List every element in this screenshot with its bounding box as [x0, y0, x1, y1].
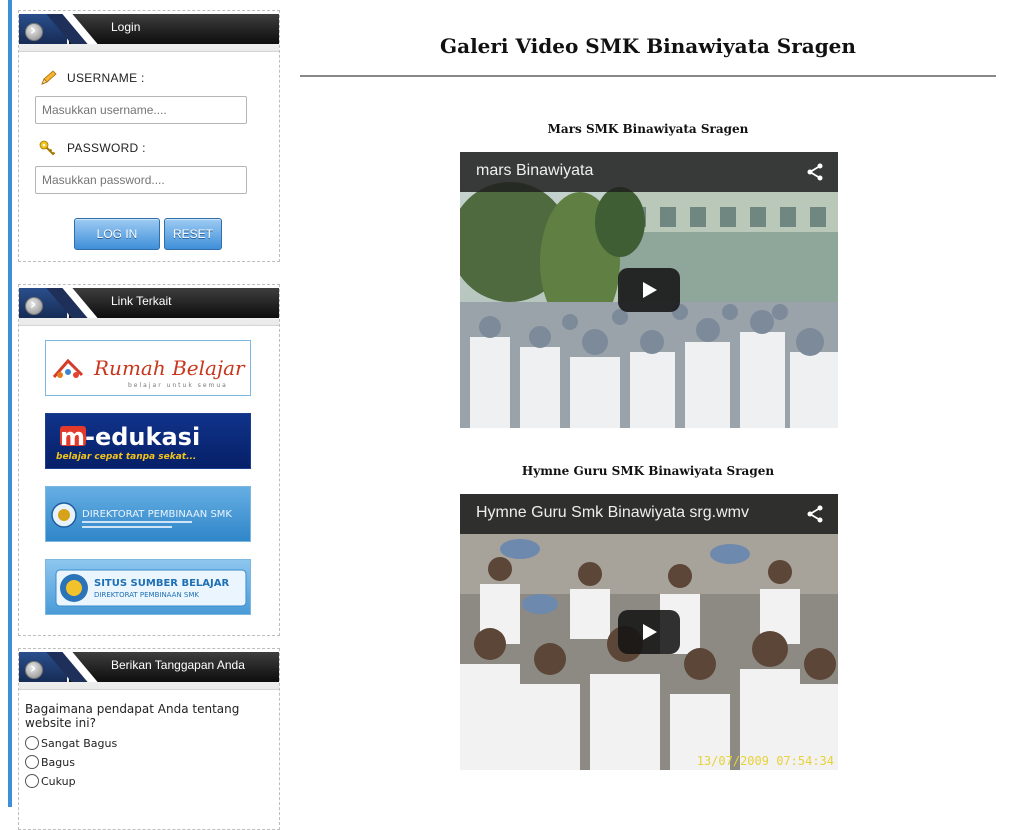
title-divider [300, 75, 996, 77]
login-panel: Login USERNAME : PASSWORD : [18, 10, 280, 262]
links-list: Rumah Belajar belajar untuk semua m-eduk… [19, 326, 279, 646]
login-form: USERNAME : PASSWORD : LOG INRESET [19, 52, 279, 268]
video-player[interactable]: Hymne Guru Smk Binawiyata srg.wmv 13/07/… [460, 494, 838, 770]
login-panel-header: Login [19, 11, 279, 52]
radio-button[interactable] [25, 736, 39, 750]
rumah-belajar-banner[interactable]: Rumah Belajar belajar untuk semua [45, 340, 251, 396]
arrow-circle-icon [25, 659, 43, 679]
poll-option-label: Sangat Bagus [41, 736, 118, 750]
rumah-belajar-tagline: belajar untuk semua [128, 382, 228, 389]
login-button[interactable]: LOG IN [74, 218, 160, 250]
m-edukasi-logo: m-edukasi belajar cepat tanpa sekat... [56, 423, 200, 462]
password-label: PASSWORD : [67, 141, 146, 155]
left-edge [0, 0, 12, 807]
video-title[interactable]: Hymne Guru Smk Binawiyata srg.wmv [476, 504, 749, 522]
radio-button[interactable] [25, 774, 39, 788]
direktorat-smk-banner[interactable]: DIREKTORAT PEMBINAAN SMK [45, 486, 251, 542]
poll-panel: Berikan Tanggapan Anda Bagaimana pendapa… [18, 648, 280, 830]
poll-option-label: Bagus [41, 755, 75, 769]
sidebar: Login USERNAME : PASSWORD : [18, 10, 280, 830]
login-buttons: LOG IN RESET [35, 218, 261, 250]
login-panel-title: Login [111, 20, 141, 34]
poll-option-label: Cukup [41, 774, 76, 788]
poll-panel-header: Berikan Tanggapan Anda [19, 649, 279, 690]
links-panel-title: Link Terkait [111, 294, 172, 308]
m-edukasi-text: m-edukasi [60, 423, 200, 451]
password-input[interactable] [35, 166, 247, 194]
poll-option[interactable]: Cukup [25, 774, 269, 788]
main-content: Galeri Video SMK Binawiyata Sragen Mars … [300, 0, 996, 770]
poll-option[interactable]: Bagus [25, 755, 269, 769]
video-title[interactable]: mars Binawiyata [476, 162, 593, 180]
play-button-icon[interactable] [618, 610, 680, 654]
poll-question: Bagaimana pendapat Anda tentang website … [25, 702, 240, 730]
poll-form: Bagaimana pendapat Anda tentang website … [19, 690, 279, 803]
arrow-circle-icon [25, 295, 43, 315]
reset-button[interactable]: RESET [164, 218, 222, 250]
poll-panel-title: Berikan Tanggapan Anda [111, 658, 245, 672]
share-icon[interactable] [806, 163, 824, 181]
video-heading: Mars SMK Binawiyata Sragen [547, 122, 749, 136]
username-input[interactable] [35, 96, 247, 124]
left-accent-stripe [8, 0, 12, 807]
situs-sumber-belajar-logo: SITUS SUMBER BELAJAR DIREKTORAT PEMBINAA… [55, 569, 247, 607]
direktorat-smk-text: DIREKTORAT PEMBINAAN SMK [82, 509, 232, 520]
situs-sumber-belajar-text: SITUS SUMBER BELAJAR [94, 578, 229, 589]
situs-sumber-belajar-subtext: DIREKTORAT PEMBINAAN SMK [94, 591, 199, 599]
key-icon [39, 140, 56, 156]
rumah-belajar-text: Rumah Belajar [93, 356, 246, 380]
username-label: USERNAME : [67, 71, 145, 85]
password-label-row: PASSWORD : [39, 140, 261, 156]
poll-option[interactable]: Sangat Bagus [25, 736, 269, 750]
links-panel-header: Link Terkait [19, 285, 279, 326]
m-edukasi-banner[interactable]: m-edukasi belajar cepat tanpa sekat... [45, 413, 251, 469]
arrow-circle-icon [25, 21, 43, 41]
direktorat-smk-logo: DIREKTORAT PEMBINAAN SMK [51, 502, 232, 528]
page-title: Galeri Video SMK Binawiyata Sragen [440, 34, 856, 58]
situs-sumber-belajar-banner[interactable]: SITUS SUMBER BELAJAR DIREKTORAT PEMBINAA… [45, 559, 251, 615]
video-title-bar: mars Binawiyata [460, 152, 838, 192]
radio-button[interactable] [25, 755, 39, 769]
links-panel: Link Terkait Rumah Belajar belajar untuk… [18, 284, 280, 636]
rumah-belajar-logo: Rumah Belajar belajar untuk semua [52, 356, 246, 389]
video-player[interactable]: mars Binawiyata [460, 152, 838, 428]
video-title-bar: Hymne Guru Smk Binawiyata srg.wmv [460, 494, 838, 534]
share-icon[interactable] [806, 505, 824, 523]
m-edukasi-tagline: belajar cepat tanpa sekat... [56, 452, 196, 462]
video-heading: Hymne Guru SMK Binawiyata Sragen [521, 464, 775, 478]
play-button-icon[interactable] [618, 268, 680, 312]
video-timestamp: 13/07/2009 07:54:34 [696, 754, 834, 768]
username-label-row: USERNAME : [39, 70, 261, 86]
pencil-icon [41, 70, 57, 85]
